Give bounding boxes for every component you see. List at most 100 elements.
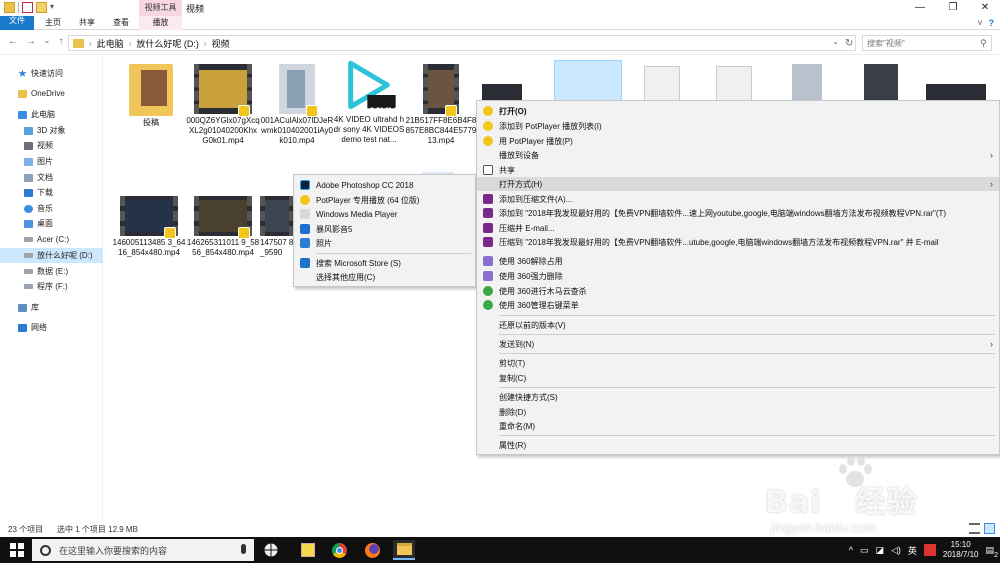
recent-locations-icon[interactable]: ⌄ <box>40 36 54 45</box>
nav-drive-f[interactable]: 程序 (F:) <box>0 279 103 294</box>
minimize-button[interactable]: — <box>905 0 935 16</box>
menu-item-add-to-playlist[interactable]: 添加到 PotPlayer 播放列表(I) <box>477 119 999 133</box>
tab-play[interactable]: 播放 <box>139 16 182 30</box>
menu-item-360-unlock[interactable]: 使用 360解除占用 <box>477 254 999 268</box>
chevron-up-icon[interactable]: ^ <box>849 545 853 555</box>
menu-item-360-force-delete[interactable]: 使用 360强力删除 <box>477 269 999 283</box>
menu-item-cast-to-device[interactable]: 播放到设备 › <box>477 148 999 162</box>
nav-desktop[interactable]: 桌面 <box>0 216 103 231</box>
volume-icon[interactable]: ◁) <box>891 545 901 556</box>
nav-libraries[interactable]: 库 <box>0 300 103 315</box>
sogou-input-icon[interactable] <box>923 544 936 556</box>
menu-item-photos[interactable]: 照片 <box>294 236 475 250</box>
network-tray-icon[interactable]: ◪ <box>875 545 884 556</box>
file-item[interactable]: 21B517FF8E6B4F8857E8BC844E577913.mp4 <box>404 64 478 146</box>
customize-toolbar-icon[interactable]: ▾ <box>50 2 54 13</box>
menu-item-play-with-potplayer[interactable]: 用 PotPlayer 播放(P) <box>477 134 999 148</box>
menu-item-create-shortcut[interactable]: 创建快捷方式(S) <box>477 390 999 404</box>
file-item[interactable]: 001ACulAlx07lDJeRwmk010402001iAy0k010.mp… <box>260 64 334 146</box>
address-field[interactable]: › 此电脑 › 放什么好呢 (D:) › 视频 ⌄ <box>68 35 856 51</box>
menu-item-open-with[interactable]: 打开方式(H) › <box>477 177 999 191</box>
menu-item-windows-media-player[interactable]: Windows Media Player <box>294 207 475 221</box>
firefox-icon[interactable] <box>361 540 383 560</box>
tab-file[interactable]: 文件 <box>0 16 34 30</box>
file-item[interactable]: 147507 8_9590 <box>260 196 294 258</box>
new-folder-icon[interactable] <box>36 2 47 13</box>
nav-network[interactable]: 网络 <box>0 320 103 335</box>
details-view-icon[interactable] <box>969 523 980 534</box>
chevron-right-icon[interactable]: › <box>204 39 207 48</box>
tab-share[interactable]: 共享 <box>72 16 102 30</box>
up-arrow-icon[interactable]: ↑ <box>54 36 68 47</box>
menu-item-rename[interactable]: 重命名(M) <box>477 419 999 433</box>
taskbar-search-box[interactable]: 在这里输入你要搜索的内容 <box>32 539 254 561</box>
menu-item-delete[interactable]: 删除(D) <box>477 405 999 419</box>
nav-videos[interactable]: 视频 <box>0 138 103 153</box>
notifications-icon[interactable]: ▤ 2 <box>985 545 998 559</box>
nav-drive-e[interactable]: 数据 (E:) <box>0 264 103 279</box>
nav-onedrive[interactable]: OneDrive <box>0 86 103 101</box>
nav-documents[interactable]: 文档 <box>0 170 103 185</box>
media-player-icon <box>300 209 310 219</box>
menu-item-baofeng[interactable]: 暴风影音5 <box>294 222 475 236</box>
close-button[interactable]: ✕ <box>970 0 1000 16</box>
file-item[interactable]: 000QZ6YGlx07gXcqXL2g01040200KhxG0k01.mp4 <box>186 64 260 146</box>
nav-drive-d[interactable]: 放什么好呢 (D:) <box>0 248 103 263</box>
pinwheel-app-icon[interactable] <box>260 540 282 560</box>
menu-item-compress-email[interactable]: 压缩并 E-mail... <box>477 221 999 235</box>
chevron-down-icon[interactable]: ⌄ <box>832 37 839 46</box>
file-explorer-icon[interactable] <box>393 540 415 560</box>
start-button[interactable] <box>10 543 24 557</box>
nav-drive-c[interactable]: Acer (C:) <box>0 232 103 247</box>
input-language[interactable]: 英 <box>908 544 917 557</box>
menu-item-add-to-rar[interactable]: 添加到 "2018年我发现最好用的【免费VPN翻墙软件...速上网youtube… <box>477 206 999 220</box>
menu-item-360-manage-menu[interactable]: 使用 360管理右键菜单 <box>477 298 999 312</box>
nav-quick-access[interactable]: 快速访问 <box>0 66 103 81</box>
breadcrumb-videos[interactable]: 视频 <box>212 37 230 50</box>
help-icon[interactable]: ? <box>989 16 995 30</box>
clock[interactable]: 15:10 2018/7/10 <box>943 540 979 560</box>
back-arrow-icon[interactable]: ← <box>6 36 20 47</box>
menu-item-360-trojan-scan[interactable]: 使用 360进行木马云查杀 <box>477 284 999 298</box>
chevron-right-icon[interactable]: › <box>129 39 132 48</box>
menu-item-potplayer-64[interactable]: PotPlayer 专用播放 (64 位版) <box>294 193 475 207</box>
file-item[interactable]: 投稿 <box>114 64 188 128</box>
menu-item-photoshop[interactable]: Adobe Photoshop CC 2018 <box>294 178 475 192</box>
menu-item-compress-rar-email[interactable]: 压缩到 "2018年我发现最好用的【免费VPN翻墙软件...utube,goog… <box>477 235 999 249</box>
maximize-button[interactable]: ❐ <box>938 0 968 16</box>
nav-pictures[interactable]: 图片 <box>0 154 103 169</box>
large-icons-view-icon[interactable] <box>984 523 995 534</box>
tab-home[interactable]: 主页 <box>38 16 68 30</box>
file-item[interactable]: MKV 4K VIDEO ultrahd hdr sony 4K VIDEOS … <box>332 60 406 145</box>
breadcrumb-drive-d[interactable]: 放什么好呢 (D:) <box>136 37 199 50</box>
search-input[interactable] <box>862 35 992 51</box>
menu-item-cut[interactable]: 剪切(T) <box>477 356 999 370</box>
nav-music[interactable]: 音乐 <box>0 201 103 216</box>
menu-item-send-to[interactable]: 发送到(N) › <box>477 337 999 351</box>
menu-item-share[interactable]: 共享 <box>477 163 999 177</box>
nav-downloads[interactable]: 下载 <box>0 185 103 200</box>
chrome-icon[interactable] <box>328 540 350 560</box>
tab-view[interactable]: 查看 <box>106 16 136 30</box>
file-item[interactable]: 146265311011 9_5856_854x480.mp4 <box>186 196 260 258</box>
file-item[interactable]: 146005113485 3_6416_854x480.mp4 <box>112 196 186 258</box>
refresh-icon[interactable]: ↻ <box>845 38 853 49</box>
menu-item-search-store[interactable]: 搜索 Microsoft Store (S) <box>294 256 475 270</box>
menu-item-choose-other-app[interactable]: 选择其他应用(C) <box>294 270 475 284</box>
menu-item-open[interactable]: 打开(O) <box>477 104 999 118</box>
menu-label: 使用 360解除占用 <box>499 256 563 266</box>
sticky-notes-icon[interactable] <box>297 540 319 560</box>
forward-arrow-icon[interactable]: → <box>24 36 38 47</box>
menu-item-copy[interactable]: 复制(C) <box>477 371 999 385</box>
breadcrumb-this-pc[interactable]: 此电脑 <box>97 37 124 50</box>
microphone-icon[interactable] <box>241 544 246 554</box>
nav-this-pc[interactable]: 此电脑 <box>0 107 103 122</box>
battery-icon[interactable]: ▭ <box>860 545 869 556</box>
expand-ribbon-icon[interactable]: ˅ <box>977 16 982 30</box>
properties-icon[interactable] <box>22 2 33 13</box>
nav-3d-objects[interactable]: 3D 对象 <box>0 123 103 138</box>
menu-item-add-to-archive[interactable]: 添加到压缩文件(A)... <box>477 192 999 206</box>
menu-item-restore-versions[interactable]: 还原以前的版本(V) <box>477 318 999 332</box>
menu-item-properties[interactable]: 属性(R) <box>477 438 999 452</box>
